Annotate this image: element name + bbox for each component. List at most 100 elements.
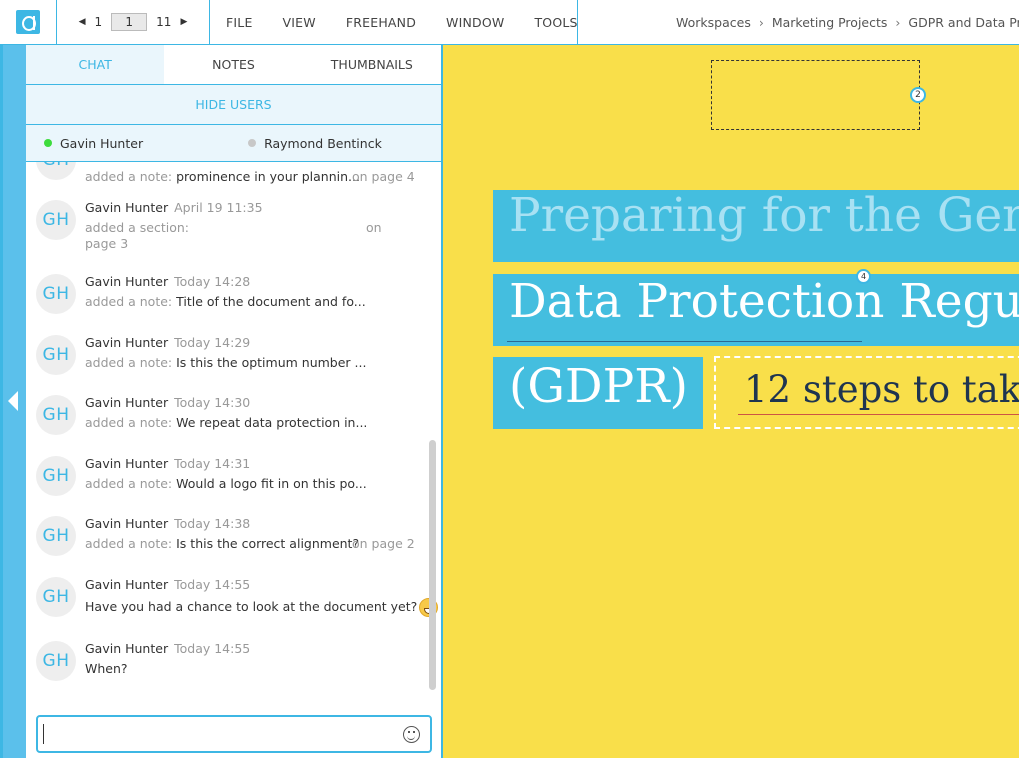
chat-input[interactable] — [38, 717, 388, 751]
note-text[interactable]: prominence in your plannin... — [176, 169, 360, 184]
breadcrumb-workspaces[interactable]: Workspaces — [676, 15, 751, 30]
note-text[interactable]: Is this the correct alignment? — [176, 536, 359, 551]
action-label: added a note: — [85, 169, 173, 184]
timestamp: Today 14:38 — [174, 516, 251, 531]
menu-view[interactable]: VIEW — [283, 15, 316, 30]
first-page-number[interactable]: 1 — [95, 15, 103, 29]
online-status-icon — [44, 139, 52, 147]
chat-input-box[interactable] — [36, 715, 432, 753]
entry-action: added a note: prominence in your plannin… — [85, 169, 360, 184]
user-gavin-hunter[interactable]: Gavin Hunter — [44, 136, 143, 151]
entry-action: added a note: Is this the optimum number… — [85, 355, 366, 370]
annotation-box[interactable] — [711, 60, 920, 130]
entry-header: Gavin Hunter Today 14:28 — [85, 274, 250, 289]
entry-action: added a note: Title of the document and … — [85, 294, 366, 309]
entry-action: added a note: We repeat data protection … — [85, 415, 367, 430]
message-text: Have you had a chance to look at the doc… — [85, 599, 418, 614]
title-line-3: (GDPR) — [509, 359, 688, 414]
online-users: Gavin Hunter Raymond Bentinck — [26, 125, 441, 162]
title-line-1: Preparing for the General — [509, 190, 1019, 243]
avatar: GH — [36, 162, 76, 180]
page-link[interactable]: on — [366, 220, 382, 235]
entry-header: Gavin Hunter Today 14:29 — [85, 335, 250, 350]
menu-file[interactable]: FILE — [226, 15, 253, 30]
collapse-panel-icon[interactable] — [8, 391, 18, 411]
timestamp: Today 14:30 — [174, 395, 251, 410]
current-page-input[interactable]: 1 — [111, 13, 148, 31]
breadcrumb-marketing-projects[interactable]: Marketing Projects — [772, 15, 888, 30]
breadcrumb-document[interactable]: GDPR and Data Pro — [908, 15, 1019, 30]
tab-thumbnails[interactable]: THUMBNAILS — [303, 45, 441, 84]
note-text[interactable]: Is this the optimum number ... — [176, 355, 366, 370]
text-underline — [507, 341, 862, 342]
timestamp: Today 14:31 — [174, 456, 251, 471]
action-label: added a note: — [85, 536, 173, 551]
avatar: GH — [36, 200, 76, 240]
user-raymond-bentinck[interactable]: Raymond Bentinck — [248, 136, 382, 151]
breadcrumb-separator-icon: › — [758, 14, 764, 30]
chat-message: When? — [85, 661, 128, 676]
note-pin[interactable]: 2 — [910, 87, 926, 103]
author-name: Gavin Hunter — [85, 335, 169, 350]
tab-chat[interactable]: CHAT — [26, 45, 165, 84]
document-canvas[interactable]: 2 Preparing for the General Data Protect… — [443, 45, 1019, 758]
page-navigator: ◀ 1 1 11 ▶ — [57, 0, 210, 44]
avatar: GH — [36, 335, 76, 375]
page-link[interactable]: on page 2 — [352, 536, 415, 551]
author-name: Gavin Hunter — [85, 274, 169, 289]
top-toolbar: ◀ 1 1 11 ▶ FILE VIEW FREEHAND WINDOW TOO… — [0, 0, 1019, 45]
logo-icon — [16, 10, 40, 34]
entry-header: Gavin Hunter Today 14:55 — [85, 641, 250, 656]
user-name: Raymond Bentinck — [264, 135, 382, 151]
action-label: added a note: — [85, 476, 173, 491]
text-underline — [738, 414, 1019, 415]
timestamp: Today 14:29 — [174, 335, 251, 350]
avatar: GH — [36, 456, 76, 496]
breadcrumb-separator-icon: › — [895, 14, 901, 30]
next-page-icon[interactable]: ▶ — [180, 17, 187, 27]
sidebar-toggle-strip — [0, 45, 26, 758]
chat-message: Have you had a chance to look at the doc… — [85, 598, 439, 617]
menu-window[interactable]: WINDOW — [446, 15, 504, 30]
text-caret — [43, 724, 44, 744]
author-name: Gavin Hunter — [85, 641, 169, 656]
avatar: GH — [36, 516, 76, 556]
note-text[interactable]: Would a logo fit in on this po... — [176, 476, 367, 491]
author-name: Gavin Hunter — [85, 395, 169, 410]
action-label: added a note: — [85, 355, 173, 370]
timestamp: Today 14:28 — [174, 274, 251, 289]
action-label: added a section: — [85, 220, 189, 235]
page-link-cont[interactable]: page 3 — [85, 236, 128, 251]
author-name: Gavin Hunter — [85, 200, 169, 215]
chat-feed[interactable]: GH added a note: prominence in your plan… — [26, 162, 441, 697]
app-logo[interactable] — [0, 0, 57, 44]
entry-action: added a note: Is this the correct alignm… — [85, 536, 359, 551]
panel-tabs: CHAT NOTES THUMBNAILS — [26, 45, 441, 85]
title-band: (GDPR) — [493, 357, 703, 429]
action-label: added a note: — [85, 294, 173, 309]
avatar: GH — [36, 641, 76, 681]
feed-scrollbar[interactable] — [429, 440, 436, 690]
chat-panel: CHAT NOTES THUMBNAILS HIDE USERS Gavin H… — [26, 45, 443, 758]
main-menu: FILE VIEW FREEHAND WINDOW TOOLS — [210, 0, 578, 44]
tab-notes[interactable]: NOTES — [164, 45, 302, 84]
menu-tools[interactable]: TOOLS — [534, 15, 577, 30]
emoji-picker-icon[interactable] — [403, 726, 420, 743]
entry-header: Gavin Hunter Today 14:30 — [85, 395, 250, 410]
entry-header: Gavin Hunter Today 14:55 — [85, 577, 250, 592]
entry-header: Gavin Hunter April 19 11:35 — [85, 200, 263, 215]
menu-freehand[interactable]: FREEHAND — [346, 15, 416, 30]
timestamp: April 19 11:35 — [174, 200, 263, 215]
note-pin[interactable]: 4 — [856, 269, 871, 284]
offline-status-icon — [248, 139, 257, 147]
note-text[interactable]: We repeat data protection in... — [176, 415, 367, 430]
title-band: Preparing for the General — [493, 190, 1019, 262]
total-pages: 11 — [156, 15, 172, 29]
author-name: Gavin Hunter — [85, 456, 169, 471]
page-link[interactable]: on page 4 — [352, 169, 415, 184]
note-text[interactable]: Title of the document and fo... — [176, 294, 366, 309]
prev-page-icon[interactable]: ◀ — [79, 17, 86, 27]
hide-users-button[interactable]: HIDE USERS — [26, 85, 441, 125]
action-label: added a note: — [85, 415, 173, 430]
subtitle-box[interactable]: 12 steps to take now — [714, 356, 1019, 429]
